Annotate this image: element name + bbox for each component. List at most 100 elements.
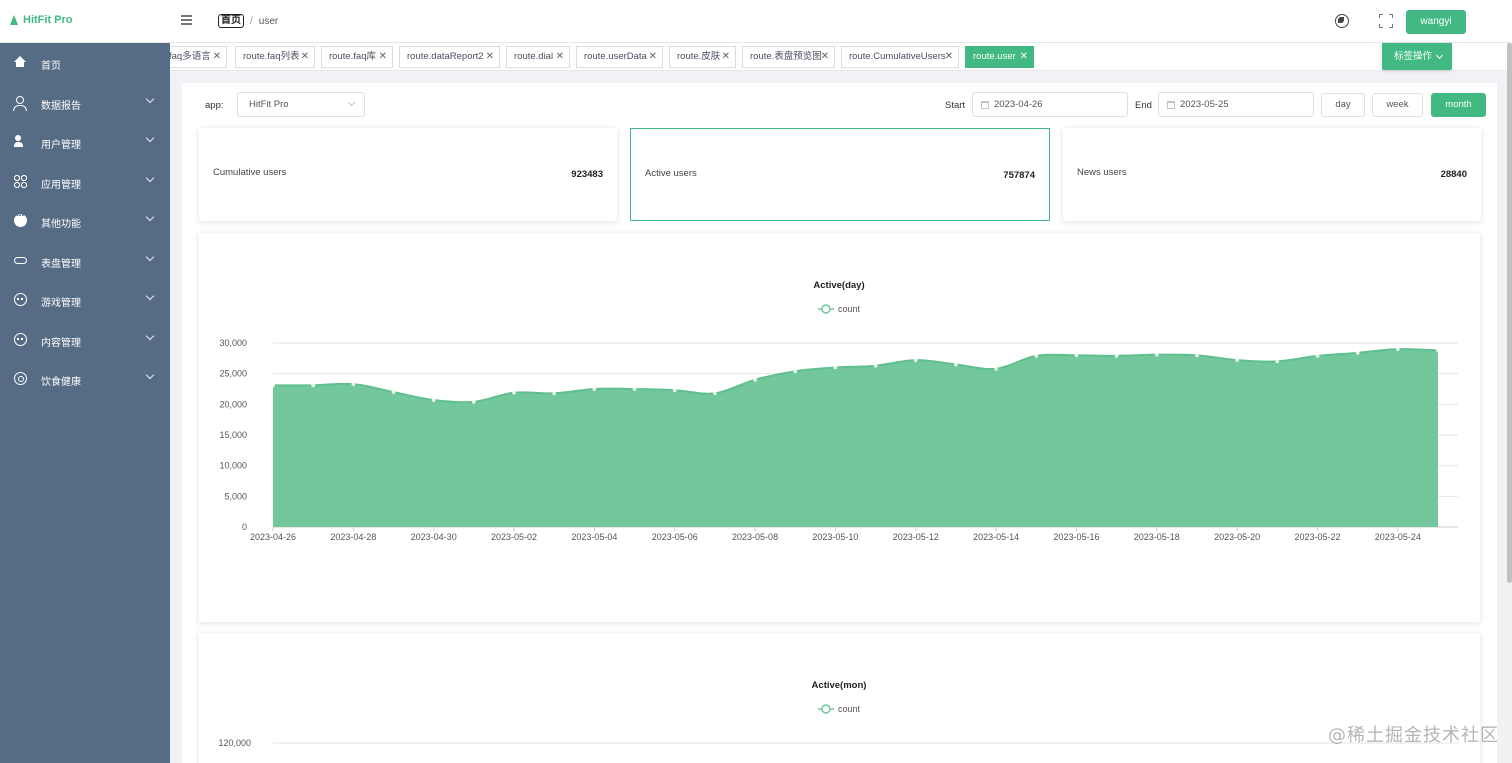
data-point[interactable] bbox=[1395, 347, 1400, 352]
data-point[interactable] bbox=[271, 383, 275, 388]
breadcrumb-home[interactable]: 首页 bbox=[218, 14, 244, 28]
month-button[interactable]: month bbox=[1431, 93, 1486, 117]
y-tick-label: 120,000 bbox=[218, 738, 251, 748]
tag-dial[interactable]: route.dial ✕ bbox=[506, 46, 570, 68]
data-point[interactable] bbox=[471, 399, 476, 404]
chart-legend[interactable]: count bbox=[818, 704, 861, 714]
data-point[interactable] bbox=[1235, 358, 1240, 363]
hamburger-menu-icon[interactable] bbox=[181, 15, 192, 25]
app-select[interactable]: HitFit Pro bbox=[237, 92, 365, 117]
start-date-input[interactable]: 2023-04-26 bbox=[972, 92, 1128, 117]
close-icon[interactable]: ✕ bbox=[301, 47, 309, 67]
data-point[interactable] bbox=[1114, 353, 1119, 358]
close-icon[interactable]: ✕ bbox=[722, 47, 730, 67]
sidebar-item-label: 表盘管理 bbox=[41, 259, 81, 270]
x-tick-label: 2023-05-06 bbox=[652, 532, 698, 542]
chevron-down-icon bbox=[145, 133, 155, 143]
tag-faq-multilang[interactable]: faq多语言 ✕ bbox=[170, 46, 227, 68]
tag-faq-list[interactable]: route.faq列表 ✕ bbox=[235, 46, 315, 68]
stat-card-new-users[interactable]: News users 28840 bbox=[1063, 128, 1481, 221]
legend-marker bbox=[821, 704, 831, 714]
stat-card-cumulative-users[interactable]: Cumulative users 923483 bbox=[199, 128, 617, 221]
sidebar-item-user-management[interactable]: 用户管理 bbox=[0, 122, 170, 162]
app-title: HitFit Pro bbox=[23, 14, 73, 26]
data-point[interactable] bbox=[1315, 353, 1320, 358]
tag-operations-button[interactable]: 标签操作 bbox=[1382, 43, 1452, 70]
user-menu-button[interactable]: wangyi bbox=[1406, 10, 1466, 34]
sidebar-item-diet-health[interactable]: 饮食健康 bbox=[0, 359, 170, 399]
data-point[interactable] bbox=[793, 369, 798, 374]
tag-skin[interactable]: route.皮肤 ✕ bbox=[669, 46, 736, 68]
data-point[interactable] bbox=[1275, 359, 1280, 364]
sidebar-item-label: 饮食健康 bbox=[41, 377, 81, 388]
tag-user-data[interactable]: route.userData ✕ bbox=[576, 46, 663, 68]
tag-label: route.dial bbox=[514, 51, 554, 62]
stat-card-active-users[interactable]: Active users 757874 bbox=[630, 128, 1050, 221]
data-point[interactable] bbox=[1355, 350, 1360, 355]
data-point[interactable] bbox=[1154, 352, 1159, 357]
data-point[interactable] bbox=[592, 387, 597, 391]
data-point[interactable] bbox=[351, 382, 356, 386]
sidebar-item-content-management[interactable]: 内容管理 bbox=[0, 320, 170, 360]
tag-user[interactable]: route.user ✕ bbox=[965, 46, 1034, 68]
tags-view-bar: faq多语言 ✕ route.faq列表 ✕ route.faq库 ✕ route.d… bbox=[170, 43, 1507, 71]
data-point[interactable] bbox=[712, 391, 717, 396]
data-point[interactable] bbox=[753, 377, 757, 382]
data-point[interactable] bbox=[1074, 353, 1079, 358]
close-icon[interactable]: ✕ bbox=[821, 47, 829, 67]
chevron-down-icon bbox=[145, 252, 155, 262]
data-point[interactable] bbox=[1436, 348, 1440, 353]
y-tick-label: 5,000 bbox=[224, 491, 247, 501]
tag-faq-lib[interactable]: route.faq库 ✕ bbox=[321, 46, 393, 68]
scrollbar-thumb[interactable] bbox=[1507, 43, 1512, 583]
close-icon[interactable]: ✕ bbox=[1020, 47, 1028, 67]
data-point[interactable] bbox=[954, 362, 958, 367]
tag-label: faq多语言 bbox=[170, 51, 211, 62]
data-point[interactable] bbox=[1034, 353, 1039, 358]
sidebar-item-watchface-management[interactable]: 表盘管理 bbox=[0, 241, 170, 281]
close-icon[interactable]: ✕ bbox=[486, 47, 494, 67]
close-icon[interactable]: ✕ bbox=[945, 47, 953, 67]
tag-cumulative-users[interactable]: route.CumulativeUsers ✕ bbox=[841, 46, 959, 68]
close-icon[interactable]: ✕ bbox=[213, 47, 221, 67]
data-point[interactable] bbox=[994, 366, 999, 371]
day-button[interactable]: day bbox=[1321, 93, 1365, 117]
watch-icon bbox=[14, 257, 27, 264]
apps-grid-icon bbox=[14, 175, 27, 188]
data-point[interactable] bbox=[512, 390, 516, 395]
data-point[interactable] bbox=[311, 383, 316, 388]
week-button[interactable]: week bbox=[1372, 93, 1423, 117]
data-point[interactable] bbox=[913, 358, 918, 363]
data-point[interactable] bbox=[552, 391, 557, 396]
person-icon bbox=[13, 96, 27, 111]
legend-marker bbox=[821, 304, 831, 314]
fullscreen-icon[interactable] bbox=[1379, 14, 1393, 28]
tag-data-report2[interactable]: route.dataReport2 ✕ bbox=[399, 46, 500, 68]
data-point[interactable] bbox=[873, 363, 878, 368]
page-scrollbar[interactable] bbox=[1507, 43, 1512, 763]
sidebar-item-game-management[interactable]: 游戏管理 bbox=[0, 280, 170, 320]
data-point[interactable] bbox=[672, 388, 677, 393]
end-date-value: 2023-05-25 bbox=[1180, 99, 1229, 110]
x-tick-label: 2023-05-12 bbox=[893, 532, 939, 542]
sidebar-item-other-functions[interactable]: 其他功能 bbox=[0, 201, 170, 241]
close-icon[interactable]: ✕ bbox=[649, 47, 657, 67]
chart-legend[interactable]: count bbox=[818, 304, 861, 314]
x-tick-label: 2023-05-24 bbox=[1375, 532, 1421, 542]
close-icon[interactable]: ✕ bbox=[556, 47, 564, 67]
data-point[interactable] bbox=[833, 365, 838, 370]
data-point[interactable] bbox=[1195, 353, 1199, 358]
sidebar-item-app-management[interactable]: 应用管理 bbox=[0, 162, 170, 202]
data-point[interactable] bbox=[391, 390, 396, 394]
tag-watchface-preview[interactable]: route.表盘预览图 ✕ bbox=[742, 46, 835, 68]
language-globe-icon[interactable] bbox=[1335, 14, 1349, 28]
sidebar: 首页 数据报告 用户管理 应用管理 其他功能 表盘管理 游戏管理 内容管理 饮食… bbox=[0, 43, 170, 763]
data-point[interactable] bbox=[431, 398, 436, 402]
data-point[interactable] bbox=[632, 387, 637, 391]
app-logo[interactable]: HitFit Pro bbox=[10, 14, 73, 26]
sidebar-item-home[interactable]: 首页 bbox=[0, 43, 170, 83]
end-date-input[interactable]: 2023-05-25 bbox=[1158, 92, 1314, 117]
close-icon[interactable]: ✕ bbox=[379, 47, 387, 67]
x-tick-label: 2023-05-16 bbox=[1053, 532, 1099, 542]
sidebar-item-data-report[interactable]: 数据报告 bbox=[0, 83, 170, 123]
